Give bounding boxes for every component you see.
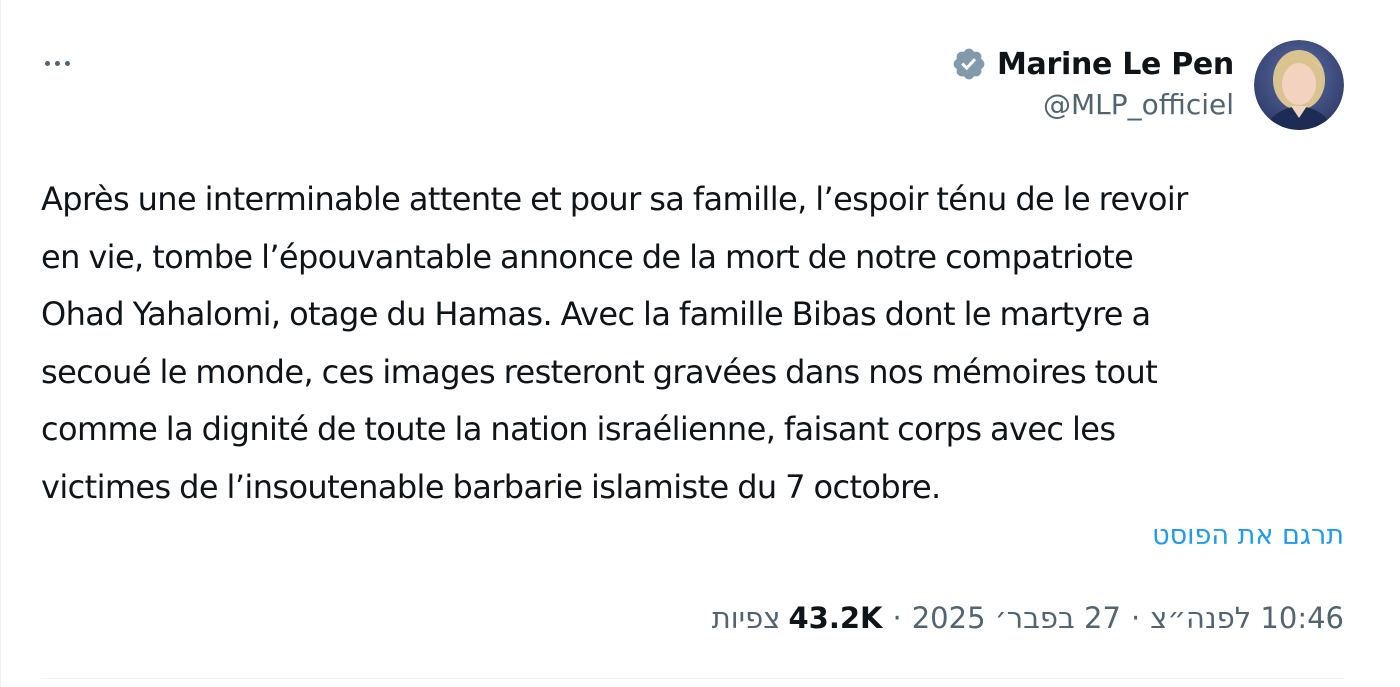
meta-separator: ·	[892, 601, 902, 635]
more-dot	[45, 60, 50, 66]
post-author: Marine Le Pen @MLP_officiel	[951, 40, 1344, 136]
post-text-line: secoué le monde, ces images resteront gr…	[41, 352, 1158, 391]
post-text-line: victimes de l’insoutenable barbarie isla…	[41, 467, 941, 506]
meta-separator: ·	[1130, 601, 1141, 635]
author-avatar[interactable]	[1254, 40, 1344, 130]
more-dot	[65, 60, 70, 66]
post-meta: 10:46 לפנה״צ · 27 בפבר׳ 2025 · 43.2K צפי…	[712, 596, 1344, 640]
views-label: צפיות	[711, 601, 781, 635]
divider	[41, 678, 1344, 679]
post-time[interactable]: 10:46 לפנה״צ	[1150, 601, 1344, 635]
post-card: Marine Le Pen @MLP_officiel Après une in…	[0, 0, 1400, 687]
verified-badge-icon[interactable]	[951, 46, 987, 82]
author-name[interactable]: Marine Le Pen	[997, 47, 1234, 82]
post-date[interactable]: 27 בפבר׳ 2025	[912, 601, 1121, 635]
translate-post-link[interactable]: תרגם את הפוסט	[1152, 520, 1344, 551]
post-text-line: Ohad Yahalomi, otage du Hamas. Avec la f…	[41, 295, 1151, 333]
more-dot	[55, 60, 60, 66]
author-name-row: Marine Le Pen	[951, 46, 1234, 82]
post-text-line: en vie, tombe l’épouvantable annonce de …	[41, 237, 1134, 276]
views-count: 43.2K	[788, 601, 883, 635]
more-options-button[interactable]	[45, 50, 85, 76]
author-text: Marine Le Pen @MLP_officiel	[951, 40, 1234, 121]
post-text-line: Après une interminable attente et pour s…	[41, 180, 1188, 218]
post-text: Après une interminable attente et pour s…	[41, 171, 1361, 516]
author-handle[interactable]: @MLP_officiel	[1043, 88, 1234, 121]
post-text-line: comme la dignité de toute la nation isra…	[41, 410, 1116, 448]
